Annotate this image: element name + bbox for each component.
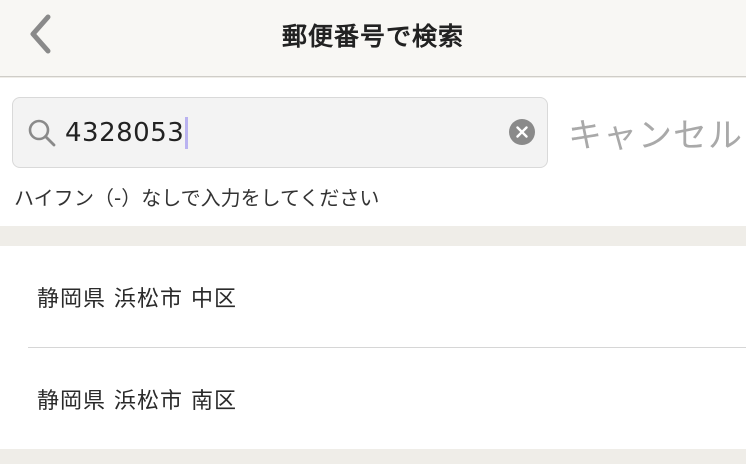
list-item-label: 静岡県 浜松市 南区 xyxy=(37,388,237,414)
search-section: 4328053 キャンセル ハイフン（-）なしで入力をしてください xyxy=(0,78,746,226)
navigation-bar: 郵便番号で検索 xyxy=(0,0,746,77)
page-title: 郵便番号で検索 xyxy=(281,22,464,51)
list-item-label: 静岡県 浜松市 中区 xyxy=(37,286,237,312)
search-input[interactable]: 4328053 xyxy=(65,98,189,167)
clear-button[interactable] xyxy=(509,119,535,145)
input-hint: ハイフン（-）なしで入力をしてください xyxy=(14,186,380,210)
close-icon xyxy=(516,126,528,138)
cancel-button[interactable]: キャンセル xyxy=(568,97,743,168)
search-input-value: 4328053 xyxy=(65,117,185,148)
text-caret xyxy=(185,116,189,149)
search-icon xyxy=(28,119,56,147)
search-field[interactable]: 4328053 xyxy=(12,97,548,168)
list-item[interactable]: 静岡県 浜松市 南区 xyxy=(0,348,746,449)
results-list: 静岡県 浜松市 中区 静岡県 浜松市 南区 xyxy=(0,246,746,449)
list-item[interactable]: 静岡県 浜松市 中区 xyxy=(0,246,746,347)
